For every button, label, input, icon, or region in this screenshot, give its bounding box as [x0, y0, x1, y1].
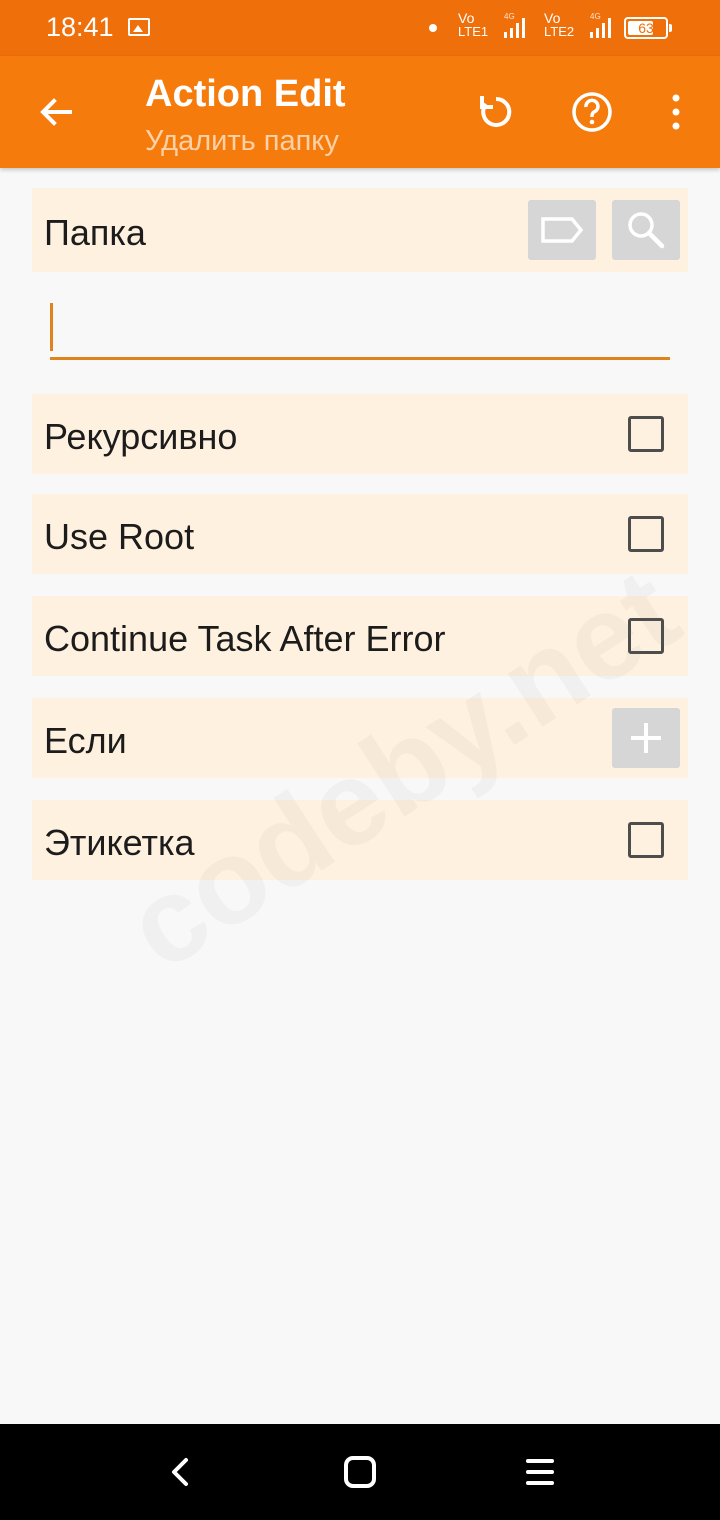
label-option-label: Этикетка: [44, 822, 195, 863]
label-option-checkbox[interactable]: [628, 822, 664, 858]
add-icon: [631, 723, 661, 753]
folder-row: Папка: [32, 188, 688, 272]
nav-home-icon[interactable]: [336, 1448, 384, 1496]
use-root-checkbox[interactable]: [628, 516, 664, 552]
sim1-lte: LTE1: [458, 24, 489, 39]
nav-back-icon[interactable]: [156, 1448, 204, 1496]
option-row-recursive[interactable]: Рекурсивно: [32, 394, 688, 474]
if-row: Если: [32, 698, 688, 778]
tag-button[interactable]: [528, 200, 596, 260]
more-vert-icon[interactable]: [654, 90, 698, 134]
continue-after-error-checkbox[interactable]: [628, 618, 664, 654]
option-row-label[interactable]: Этикетка: [32, 800, 688, 880]
signal-icon: [504, 18, 528, 38]
battery-icon: 63: [624, 17, 672, 39]
add-condition-button[interactable]: [612, 708, 680, 768]
page-subtitle: Удалить папку: [145, 125, 339, 157]
text-cursor: [50, 303, 53, 351]
reset-icon[interactable]: [474, 90, 518, 134]
continue-after-error-label: Continue Task After Error: [44, 618, 446, 659]
page-title: Action Edit: [145, 73, 346, 115]
if-label: Если: [44, 720, 127, 761]
search-button[interactable]: [612, 200, 680, 260]
option-row-use-root[interactable]: Use Root: [32, 494, 688, 574]
sim1-indicator: Vo LTE1 4G: [458, 11, 515, 39]
search-icon: [628, 212, 665, 249]
recursive-label: Рекурсивно: [44, 416, 238, 457]
status-bar: 18:41 Vo LTE1 4G Vo LTE2 4G 63: [0, 0, 720, 56]
use-root-label: Use Root: [44, 516, 195, 557]
gallery-icon: [128, 18, 150, 36]
sim2-indicator: Vo LTE2 4G: [544, 11, 601, 39]
signal-icon: [590, 18, 614, 38]
back-arrow-icon[interactable]: [36, 92, 76, 132]
folder-label: Папка: [44, 212, 146, 253]
tag-icon: [541, 217, 584, 243]
nav-menu-icon[interactable]: [516, 1448, 564, 1496]
folder-input[interactable]: [50, 300, 670, 360]
option-row-continue-after-error[interactable]: Continue Task After Error: [32, 596, 688, 676]
battery-percent: 63: [638, 20, 654, 36]
navigation-bar: [0, 1424, 720, 1520]
sim2-lte: LTE2: [544, 24, 575, 39]
help-icon[interactable]: [570, 90, 614, 134]
app-bar: Action Edit Удалить папку: [0, 56, 720, 168]
status-time: 18:41: [46, 12, 114, 42]
recursive-checkbox[interactable]: [628, 416, 664, 452]
notification-dot-icon: [429, 24, 437, 32]
